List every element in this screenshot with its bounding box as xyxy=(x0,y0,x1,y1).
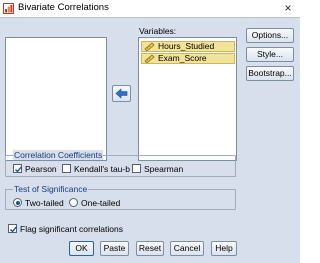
two-tailed-radio[interactable] xyxy=(13,198,22,207)
test-of-significance-title: Test of Significance xyxy=(13,184,89,194)
variable-item-exam-score[interactable]: Exam_Score xyxy=(141,53,235,64)
pearson-checkbox[interactable] xyxy=(13,164,23,173)
spearman-checkbox[interactable] xyxy=(132,164,141,173)
one-tailed-label[interactable]: One-tailed xyxy=(81,198,120,208)
variable-label: Exam_Score xyxy=(158,53,207,63)
correlation-coefficients-title: Correlation Coefficients xyxy=(13,150,104,160)
radio-selected-dot xyxy=(15,200,20,205)
kendall-checkbox[interactable] xyxy=(62,164,71,173)
arrow-left-icon xyxy=(115,88,128,99)
source-variable-list[interactable] xyxy=(5,37,107,161)
two-tailed-label[interactable]: Two-tailed xyxy=(25,198,64,208)
cancel-button[interactable]: Cancel xyxy=(170,241,204,256)
variable-item-hours-studied[interactable]: Hours_Studied xyxy=(141,41,235,52)
flag-significant-checkbox[interactable] xyxy=(8,224,18,233)
spearman-label[interactable]: Spearman xyxy=(144,164,183,174)
one-tailed-radio[interactable] xyxy=(69,198,78,207)
title-bar[interactable]: Bivariate Correlations × xyxy=(0,0,300,17)
scale-variable-icon xyxy=(144,42,155,51)
ok-button[interactable]: OK xyxy=(69,241,94,256)
variable-label: Hours_Studied xyxy=(158,41,215,51)
style-button[interactable]: Style... xyxy=(246,47,294,62)
pearson-label[interactable]: Pearson xyxy=(25,164,57,174)
checkmark-icon xyxy=(10,226,18,233)
scale-variable-icon xyxy=(144,54,155,63)
checkmark-icon xyxy=(15,166,23,173)
options-button[interactable]: Options... xyxy=(246,28,294,43)
variables-target-list[interactable]: Hours_Studied Exam_Score xyxy=(138,37,237,161)
close-icon[interactable]: × xyxy=(278,1,298,16)
move-variable-button[interactable] xyxy=(112,85,131,102)
flag-significant-label[interactable]: Flag significant correlations xyxy=(20,224,123,234)
variables-label: Variables: xyxy=(139,26,177,36)
bootstrap-button[interactable]: Bootstrap... xyxy=(246,66,294,81)
kendall-label[interactable]: Kendall's tau-b xyxy=(74,164,130,174)
reset-button[interactable]: Reset xyxy=(136,241,164,256)
window-title: Bivariate Correlations xyxy=(18,2,109,13)
paste-button[interactable]: Paste xyxy=(100,241,129,256)
help-button[interactable]: Help xyxy=(211,241,237,256)
spss-app-icon xyxy=(3,3,14,14)
